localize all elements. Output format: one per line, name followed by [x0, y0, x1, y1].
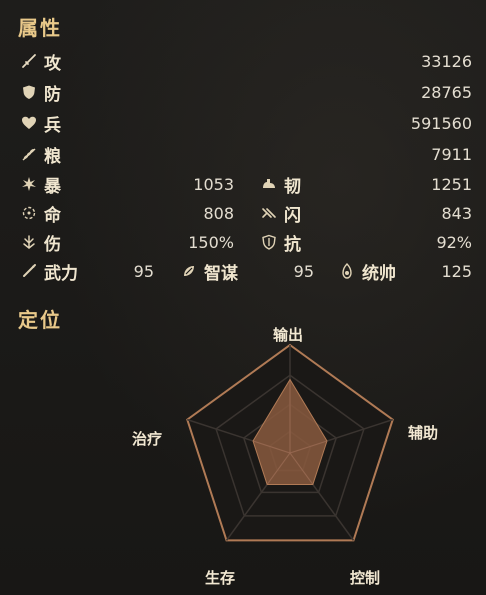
radar-value-spoke [289, 452, 314, 485]
command-icon [338, 262, 356, 280]
stat-label-force: 武力 [44, 263, 78, 284]
radar-axis-label-output: 输出 [273, 326, 304, 344]
role-radar-chart [186, 343, 394, 542]
shield-icon [20, 83, 38, 101]
sword-icon [20, 52, 38, 70]
resist-icon [260, 233, 278, 251]
attr-label-crit: 暴 [44, 176, 61, 197]
heart-icon [20, 114, 38, 132]
radar-grid-ring [268, 430, 312, 472]
attr-row-resist: 抗 [260, 229, 301, 255]
attr-label-defense: 防 [44, 84, 61, 105]
attr-value-dodge: 843 [441, 204, 472, 223]
stat-label-command: 统帅 [362, 263, 396, 284]
attr-label-tenacity: 韧 [284, 176, 301, 197]
attr-value-damage: 150% [188, 233, 234, 252]
position-section-title: 定位 [18, 308, 62, 332]
attr-row-troops: 兵 [20, 110, 61, 136]
radar-value-spoke [289, 440, 328, 454]
stat-value-command: 125 [441, 262, 472, 281]
attr-row-attack: 攻 [20, 48, 61, 74]
hero-attribute-panel: 属性 攻 33126 防 28765 兵 591560 粮 7911 暴 105… [0, 0, 486, 595]
radar-grid-ring [215, 374, 365, 517]
attr-value-troops: 591560 [410, 114, 472, 133]
scroll-icon [180, 262, 198, 280]
attr-row-hit: 命 [20, 200, 61, 226]
radar-axis-label-survival: 生存 [205, 569, 236, 587]
attr-value-resist: 92% [436, 233, 472, 252]
radar-outer-ring [186, 343, 394, 542]
stat-label-intellect: 智谋 [204, 263, 238, 284]
radar-spoke [225, 452, 291, 541]
attr-label-grain: 粮 [44, 146, 61, 167]
attr-label-attack: 攻 [44, 53, 61, 74]
attr-label-resist: 抗 [284, 234, 301, 255]
attr-row-defense: 防 [20, 79, 61, 105]
target-icon [20, 204, 38, 222]
radar-spoke [289, 418, 393, 454]
attr-label-troops: 兵 [44, 115, 61, 136]
radar-value-spoke [252, 440, 291, 454]
attr-value-tenacity: 1251 [431, 175, 472, 194]
attr-row-dodge: 闪 [260, 200, 301, 226]
radar-spoke [187, 418, 291, 454]
radar-axis-label-control: 控制 [350, 569, 381, 587]
stat-value-intellect: 95 [293, 262, 314, 281]
attr-row-damage: 伤 [20, 229, 61, 255]
attr-row-crit: 暴 [20, 171, 61, 197]
radar-value-spoke [266, 452, 291, 485]
muscle-icon [260, 175, 278, 193]
attr-label-damage: 伤 [44, 234, 61, 255]
stat-row-intellect: 智谋 [180, 258, 238, 284]
attr-value-defense: 28765 [421, 83, 472, 102]
radar-axis-label-support: 辅助 [408, 424, 439, 442]
stat-row-force: 武力 [20, 258, 78, 284]
attributes-section-title: 属性 [18, 16, 62, 40]
grain-icon [20, 145, 38, 163]
attr-row-grain: 粮 [20, 141, 61, 167]
attr-value-attack: 33126 [421, 52, 472, 71]
wound-icon [20, 233, 38, 251]
spear-icon [20, 262, 38, 280]
dodge-icon [260, 204, 278, 222]
radar-spoke [289, 452, 355, 541]
attr-label-hit: 命 [44, 205, 61, 226]
radar-axis-label-healing: 治疗 [132, 430, 163, 448]
radar-grid-ring [242, 403, 338, 494]
burst-icon [20, 175, 38, 193]
stat-row-command: 统帅 [338, 258, 396, 284]
attr-row-tenacity: 韧 [260, 171, 301, 197]
attr-value-grain: 7911 [431, 145, 472, 164]
attr-value-crit: 1053 [193, 175, 234, 194]
radar-value-area [252, 378, 328, 485]
attr-label-dodge: 闪 [284, 205, 301, 226]
stat-value-force: 95 [133, 262, 154, 281]
attr-value-hit: 808 [203, 204, 234, 223]
